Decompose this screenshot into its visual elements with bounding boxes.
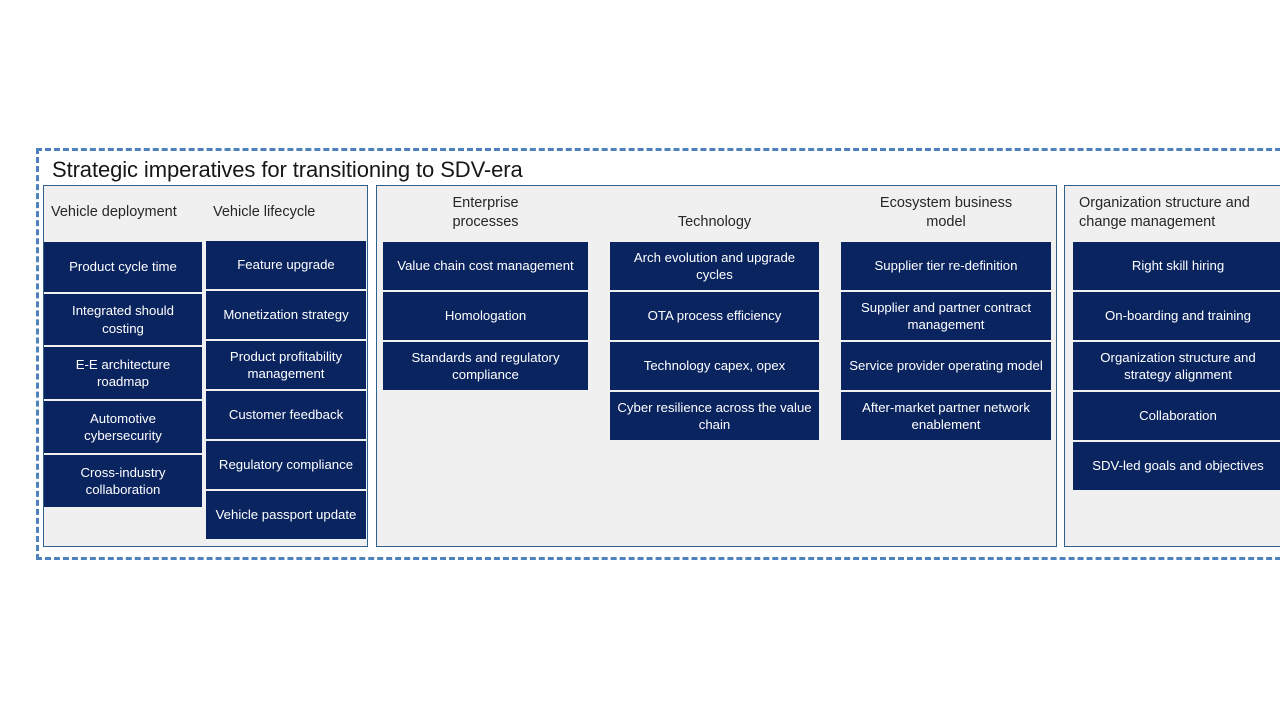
item-box[interactable]: Product cycle time <box>44 242 202 292</box>
item-label: Right skill hiring <box>1131 258 1225 274</box>
item-box[interactable]: Homologation <box>383 292 588 340</box>
item-box[interactable]: OTA process efficiency <box>610 292 819 340</box>
column-items-ecosystem-business-model: Supplier tier re-definition Supplier and… <box>841 242 1051 442</box>
panel-organization: Organization structure and change manage… <box>1064 185 1280 547</box>
item-label: Value chain cost management <box>397 258 574 274</box>
column-header-technology: Technology <box>677 214 752 230</box>
column-enterprise-processes: Enterprise processes Value chain cost ma… <box>383 186 588 546</box>
item-box[interactable]: Organization structure and strategy alig… <box>1073 342 1280 390</box>
item-box[interactable]: Technology capex, opex <box>610 342 819 390</box>
item-box[interactable]: Value chain cost management <box>383 242 588 290</box>
item-box[interactable]: Monetization strategy <box>206 291 366 339</box>
item-label: Cyber resilience across the value chain <box>617 399 812 433</box>
item-label: Supplier and partner contract management <box>860 299 1032 333</box>
item-label: Arch evolution and upgrade cycles <box>633 249 796 283</box>
item-box[interactable]: Customer feedback <box>206 391 366 439</box>
item-box[interactable]: E-E architecture roadmap <box>44 347 202 399</box>
column-header-ecosystem-business-model: Ecosystem business model <box>879 195 1013 230</box>
item-box[interactable]: Regulatory compliance <box>206 441 366 489</box>
column-items-enterprise-processes: Value chain cost management Homologation… <box>383 242 588 392</box>
column-organization-structure: Organization structure and change manage… <box>1073 186 1280 546</box>
item-label: Organization structure and strategy alig… <box>1100 349 1256 383</box>
item-label: Standards and regulatory compliance <box>411 349 560 383</box>
item-label: Regulatory compliance <box>218 457 354 473</box>
item-label: E-E architecture roadmap <box>75 356 171 390</box>
item-label: Cross-industry collaboration <box>80 464 166 498</box>
item-box[interactable]: Vehicle passport update <box>206 491 366 539</box>
item-label: Service provider operating model <box>849 358 1043 374</box>
page-title: Strategic imperatives for transitioning … <box>52 157 523 182</box>
column-ecosystem-business-model: Ecosystem business model Supplier tier r… <box>841 186 1051 546</box>
column-header-vehicle-deployment: Vehicle deployment <box>51 204 177 220</box>
item-label: Integrated should costing <box>72 303 174 336</box>
item-box[interactable]: Automotive cybersecurity <box>44 401 202 453</box>
column-header-organization-structure: Organization structure and change manage… <box>1079 195 1250 230</box>
item-label: Customer feedback <box>228 407 344 423</box>
item-box[interactable]: Cyber resilience across the value chain <box>610 392 819 440</box>
item-label: Automotive cybersecurity <box>84 410 162 444</box>
item-label: Technology capex, opex <box>643 358 786 374</box>
item-label: Vehicle passport update <box>215 507 357 523</box>
item-label: OTA process efficiency <box>647 308 782 324</box>
item-box[interactable]: After-market partner network enablement <box>841 392 1051 440</box>
panel-vehicle: Vehicle deployment Product cycle time In… <box>43 185 368 547</box>
item-label: Collaboration <box>1139 408 1217 424</box>
item-box[interactable]: Cross-industry collaboration <box>44 455 202 507</box>
item-label: Supplier tier re-definition <box>874 258 1018 274</box>
item-label: On-boarding and training <box>1105 308 1251 324</box>
item-box[interactable]: Integrated should costing <box>44 294 202 345</box>
item-box[interactable]: Right skill hiring <box>1073 242 1280 290</box>
item-box[interactable]: Feature upgrade <box>206 241 366 289</box>
item-label: After-market partner network enablement <box>862 399 1030 433</box>
column-technology: Technology Arch evolution and upgrade cy… <box>610 186 819 546</box>
item-box[interactable]: Service provider operating model <box>841 342 1051 390</box>
item-label: Homologation <box>444 308 527 324</box>
item-label: Product cycle time <box>69 259 177 275</box>
panel-core: Enterprise processes Value chain cost ma… <box>376 185 1057 547</box>
column-header-enterprise-processes: Enterprise processes <box>452 195 519 230</box>
item-box[interactable]: On-boarding and training <box>1073 292 1280 340</box>
column-header-vehicle-lifecycle: Vehicle lifecycle <box>213 204 316 220</box>
item-box[interactable]: Standards and regulatory compliance <box>383 342 588 390</box>
column-items-vehicle-lifecycle: Feature upgrade Monetization strategy Pr… <box>206 241 366 541</box>
item-label: SDV-led goals and objectives <box>1092 458 1264 474</box>
column-items-vehicle-deployment: Product cycle time Integrated should cos… <box>44 242 202 509</box>
item-label: Product profitability management <box>229 348 343 382</box>
column-items-technology: Arch evolution and upgrade cycles OTA pr… <box>610 242 819 442</box>
item-box[interactable]: Arch evolution and upgrade cycles <box>610 242 819 290</box>
item-box[interactable]: Collaboration <box>1073 392 1280 440</box>
item-label: Monetization strategy <box>223 307 349 323</box>
column-vehicle-lifecycle: Vehicle lifecycle Feature upgrade Moneti… <box>206 186 366 546</box>
item-box[interactable]: Supplier and partner contract management <box>841 292 1051 340</box>
column-items-organization-structure: Right skill hiring On-boarding and train… <box>1073 242 1280 492</box>
column-vehicle-deployment: Vehicle deployment Product cycle time In… <box>44 186 202 546</box>
item-label: Feature upgrade <box>237 257 335 273</box>
item-box[interactable]: SDV-led goals and objectives <box>1073 442 1280 490</box>
item-box[interactable]: Product profitability management <box>206 341 366 389</box>
item-box[interactable]: Supplier tier re-definition <box>841 242 1051 290</box>
